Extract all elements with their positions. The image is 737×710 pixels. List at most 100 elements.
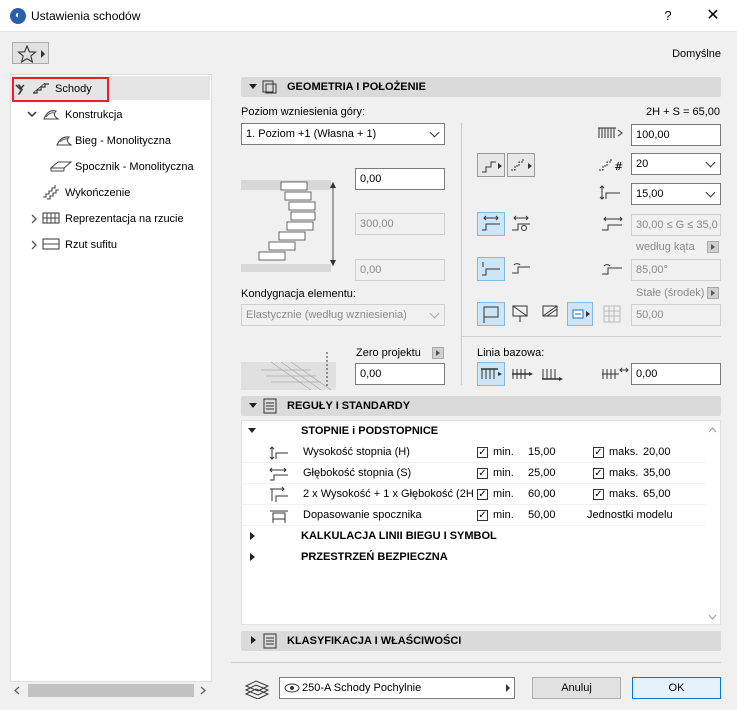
- layer-value: 250-A Schody Pochylnie: [302, 682, 422, 694]
- geometry-section-header[interactable]: GEOMETRIA I POŁOŻENIE: [241, 77, 721, 97]
- top-offset-field[interactable]: 0,00: [355, 168, 445, 190]
- cancel-button[interactable]: Anuluj: [532, 677, 621, 699]
- max-value[interactable]: 35,00: [643, 463, 671, 484]
- going-range-field[interactable]: 30,00 ≤ G ≤ 35,0: [631, 214, 721, 236]
- chevron-down-icon[interactable]: [27, 111, 37, 119]
- classification-section-header[interactable]: KLASYFIKACJA I WŁAŚCIWOŚCI: [241, 631, 721, 651]
- zero-menu-icon[interactable]: [432, 347, 444, 359]
- scroll-down-icon[interactable]: [708, 614, 717, 620]
- angle-field[interactable]: 85,00°: [631, 259, 721, 281]
- max-checkbox[interactable]: ✓: [593, 468, 604, 479]
- tree-label-spocznik[interactable]: Spocznik - Monolityczna: [75, 157, 194, 177]
- scroll-up-icon[interactable]: [708, 427, 717, 433]
- min-value[interactable]: 25,00: [528, 463, 556, 484]
- min-value[interactable]: 60,00: [528, 484, 556, 505]
- chevron-down-icon: [705, 187, 716, 198]
- group-stopnie-label[interactable]: STOPNIE i PODSTOPNICE: [301, 425, 438, 437]
- going-mode-button[interactable]: [477, 212, 505, 236]
- min-label: min.: [493, 467, 514, 479]
- min-label: min.: [493, 488, 514, 500]
- stair-type-button[interactable]: [477, 153, 505, 177]
- landing-type-3-button[interactable]: [537, 302, 565, 326]
- chevron-right-icon[interactable]: [30, 240, 38, 250]
- riser-count-icon: #: [599, 158, 623, 172]
- constant-label: Stałe (środek): [636, 287, 705, 299]
- min-checkbox[interactable]: ✓: [477, 468, 488, 479]
- group-calc-label[interactable]: KALKULACJA LINII BIEGU I SYMBOL: [301, 530, 497, 542]
- group-collapsed-icon[interactable]: [250, 532, 255, 540]
- by-angle-label: według kąta: [636, 241, 695, 253]
- angle-icon[interactable]: [510, 259, 534, 279]
- star-icon: [17, 45, 37, 63]
- max-label: maks.: [609, 488, 639, 500]
- tree-label-wykonczenie[interactable]: Wykończenie: [65, 183, 130, 203]
- expand-triangle-icon: [251, 636, 256, 644]
- max-value[interactable]: 20,00: [643, 442, 671, 463]
- baseline-offset-field[interactable]: 0,00: [631, 363, 721, 385]
- tread-depth-dropdown[interactable]: 15,00: [631, 183, 721, 205]
- tree-label-konstrukcja[interactable]: Konstrukcja: [65, 105, 122, 125]
- riser-height-icon: [269, 446, 288, 460]
- tree-label-rzut-sufitu[interactable]: Rzut sufitu: [65, 235, 117, 255]
- tree-label-bieg[interactable]: Bieg - Monolityczna: [75, 131, 171, 151]
- zero-project-label: Zero projektu: [356, 347, 421, 359]
- landing-custom-button[interactable]: [567, 302, 593, 326]
- chevron-right-icon[interactable]: [30, 214, 38, 224]
- height-field[interactable]: 300,00: [355, 213, 445, 235]
- group-collapsed-icon[interactable]: [250, 553, 255, 561]
- min-checkbox[interactable]: ✓: [477, 489, 488, 500]
- window-title: Ustawienia schodów: [31, 9, 141, 23]
- total-rise-field[interactable]: 100,00: [631, 124, 721, 146]
- classification-icon: [263, 633, 277, 649]
- menu-arrow-icon: [506, 684, 510, 692]
- help-button[interactable]: ?: [656, 6, 680, 26]
- baseline-left-button[interactable]: [477, 362, 505, 386]
- angle-field-icon: [602, 264, 622, 275]
- scroll-left-icon[interactable]: [14, 686, 20, 695]
- going-angle-icon[interactable]: [510, 214, 534, 234]
- constant-field[interactable]: 50,00: [631, 304, 721, 326]
- close-button[interactable]: ✕: [700, 5, 726, 27]
- stair-variant-button[interactable]: [507, 153, 535, 177]
- story-dropdown[interactable]: Elastycznie (według wzniesienia): [241, 304, 445, 326]
- rise-mode-button[interactable]: [477, 257, 505, 281]
- baseline-right-icon[interactable]: [539, 364, 565, 384]
- scrollbar-thumb[interactable]: [28, 684, 194, 697]
- max-checkbox[interactable]: ✓: [593, 447, 604, 458]
- min-value[interactable]: 50,00: [528, 505, 556, 526]
- max-checkbox[interactable]: ✓: [593, 489, 604, 500]
- geometry-header-label: GEOMETRIA I POŁOŻENIE: [287, 81, 426, 93]
- construction-icon: [43, 110, 60, 120]
- rules-header-label: REGUŁY I STANDARDY: [287, 400, 411, 412]
- baseline-left-icon: [481, 368, 502, 379]
- tree-label-schody[interactable]: Schody: [55, 79, 92, 99]
- min-value[interactable]: 15,00: [528, 442, 556, 463]
- collapse-triangle-icon: [249, 403, 257, 408]
- rules-section-header[interactable]: REGUŁY I STANDARDY: [241, 396, 721, 416]
- ceiling-icon: [42, 238, 60, 250]
- formula-readout: 2H + S = 65,00: [646, 106, 720, 118]
- min-checkbox[interactable]: ✓: [477, 510, 488, 521]
- landing-type-2-button[interactable]: [507, 302, 535, 326]
- chevron-down-icon[interactable]: [15, 84, 25, 92]
- constant-menu-icon[interactable]: [707, 287, 719, 299]
- min-checkbox[interactable]: ✓: [477, 447, 488, 458]
- layer-dropdown[interactable]: 250-A Schody Pochylnie: [279, 677, 515, 699]
- zero-project-field[interactable]: 0,00: [355, 363, 445, 385]
- by-angle-menu-icon[interactable]: [707, 241, 719, 253]
- tree-label-reprezentacja[interactable]: Reprezentacja na rzucie: [65, 209, 184, 229]
- chevron-down-icon: [705, 157, 716, 168]
- landing-type-1-button[interactable]: [477, 302, 505, 326]
- scroll-right-icon[interactable]: [200, 686, 206, 695]
- max-value[interactable]: 65,00: [643, 484, 671, 505]
- risers-count-dropdown[interactable]: 20: [631, 153, 721, 175]
- top-level-dropdown[interactable]: 1. Poziom +1 (Własna + 1): [241, 123, 445, 145]
- group-expanded-icon[interactable]: [248, 428, 256, 433]
- bottom-offset-field[interactable]: 0,00: [355, 259, 445, 281]
- stair-step-icon: [482, 161, 502, 173]
- favorites-button[interactable]: [12, 42, 49, 64]
- ok-button[interactable]: OK: [632, 677, 721, 699]
- baseline-center-icon[interactable]: [509, 364, 535, 384]
- landing-type-3-icon: [542, 305, 558, 317]
- group-space-label[interactable]: PRZESTRZEŃ BEZPIECZNA: [301, 551, 448, 563]
